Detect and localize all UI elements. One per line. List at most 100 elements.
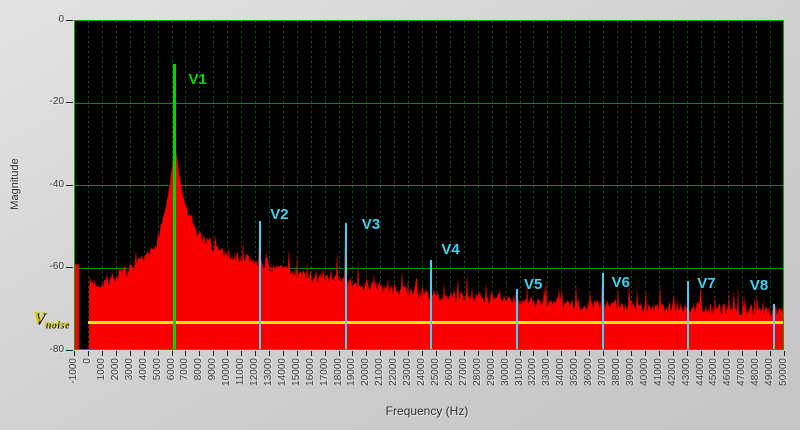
cursor-line-v8[interactable]	[772, 303, 775, 349]
x-tick-label: 46000	[722, 358, 734, 386]
x-tick-mark	[101, 351, 103, 356]
cursor-line-v5[interactable]	[516, 289, 518, 349]
x-tick-label: 43000	[680, 358, 692, 386]
x-tick-mark	[143, 351, 145, 356]
x-tick-mark	[658, 351, 660, 356]
y-tick-mark	[66, 102, 73, 103]
x-tick-label: 0	[81, 358, 93, 364]
y-tick-label: -60	[49, 261, 64, 272]
x-tick-mark	[616, 351, 618, 356]
x-tick-mark	[310, 351, 312, 356]
cursor-label-v1[interactable]: V1	[189, 72, 207, 87]
x-tick-label: 4000	[137, 358, 149, 381]
cursor-line-v3[interactable]	[344, 223, 347, 349]
x-tick-mark	[770, 351, 772, 356]
x-tick-label: 19000	[346, 358, 358, 386]
x-tick-mark	[157, 351, 159, 356]
x-tick-label: 12000	[249, 358, 260, 386]
x-tick-label: 1000	[95, 358, 107, 381]
x-tick-mark	[255, 351, 256, 356]
y-tick-label: 0	[58, 13, 64, 25]
x-tick-mark	[644, 351, 646, 356]
x-tick-mark	[213, 351, 215, 356]
y-tick-label: -80	[49, 343, 64, 355]
cursor-label-v6[interactable]: V6	[612, 275, 630, 290]
cursor-label-v7[interactable]: V7	[697, 276, 715, 291]
x-tick-label: 6000	[165, 358, 177, 381]
x-tick-mark	[714, 351, 716, 356]
x-tick-mark	[575, 351, 577, 356]
x-tick-mark	[561, 351, 563, 356]
spectrum-analyzer-graph: Magnitude V1 V2 V3 V4 V5 V6 V7 V8 -1000 0 1000 200…	[0, 0, 800, 430]
x-tick-label: 13000	[262, 358, 274, 386]
x-tick-mark	[268, 351, 270, 356]
x-tick-label: 23000	[402, 358, 414, 386]
x-tick-label: 24000	[416, 358, 427, 386]
x-tick-mark	[199, 351, 201, 356]
noise-cursor-line[interactable]	[87, 321, 783, 325]
x-tick-mark	[630, 351, 632, 356]
x-tick-label: 30000	[499, 358, 511, 386]
x-tick-mark	[115, 351, 117, 356]
x-tick-label: 31000	[513, 358, 525, 386]
cursor-layer: V1 V2 V3 V4 V5 V6 V7 V8	[75, 21, 783, 349]
x-tick-mark	[422, 351, 423, 356]
x-tick-label: 14000	[276, 358, 288, 386]
x-tick-mark	[463, 351, 465, 356]
cursor-label-v8[interactable]: V8	[750, 278, 768, 293]
x-tick-mark	[282, 351, 284, 356]
y-tick-mark	[66, 184, 73, 186]
cursor-label-v3[interactable]: V3	[362, 217, 380, 232]
x-tick-mark	[366, 351, 368, 356]
y-tick-mark	[66, 349, 73, 351]
x-axis-title: Frequency (Hz)	[385, 404, 469, 418]
x-tick-label: 49000	[764, 358, 776, 386]
x-tick-label: 26000	[443, 358, 455, 386]
x-tick-mark	[603, 351, 604, 356]
x-tick-mark	[449, 351, 451, 356]
x-tick-label: 8000	[193, 358, 205, 381]
x-tick-label: 32000	[527, 358, 539, 386]
x-tick-mark	[171, 351, 173, 356]
x-tick-mark	[784, 351, 785, 356]
cursor-label-v5[interactable]: V5	[524, 277, 542, 292]
x-tick-mark	[505, 351, 507, 356]
x-tick-label: 15000	[290, 358, 302, 386]
x-tick-label: 10000	[221, 358, 233, 386]
x-tick-label: 33000	[541, 358, 553, 386]
x-tick-label: 47000	[736, 358, 748, 386]
y-axis-title: Magnitude	[9, 158, 21, 210]
y-tick-label: -40	[49, 178, 64, 190]
noise-threshold-label[interactable]: Vnoise	[33, 308, 69, 330]
cursor-line-v1[interactable]	[173, 64, 176, 349]
x-tick-mark	[756, 351, 758, 356]
x-tick-label: 28000	[471, 358, 483, 386]
x-tick-label: -1000	[68, 358, 79, 384]
x-tick-mark	[352, 351, 354, 356]
x-tick-mark	[380, 351, 382, 356]
cursor-label-v2[interactable]: V2	[270, 207, 288, 222]
cursor-line-v7[interactable]	[687, 280, 690, 349]
x-tick-mark	[589, 351, 591, 356]
cursor-line-v4[interactable]	[430, 260, 433, 349]
x-tick-mark	[324, 351, 326, 356]
x-tick-label: 17000	[318, 358, 330, 386]
x-tick-label: 2000	[109, 358, 121, 381]
x-tick-label: 11000	[235, 358, 247, 386]
x-tick-mark	[87, 351, 89, 356]
x-tick-label: 34000	[555, 358, 567, 386]
x-tick-label: 48000	[750, 358, 762, 386]
x-tick-mark	[74, 351, 75, 356]
x-tick-label: 40000	[638, 358, 650, 386]
noise-label-v: V	[33, 308, 45, 327]
x-tick-label: 27000	[457, 358, 469, 386]
x-tick-mark	[547, 351, 549, 356]
x-tick-mark	[700, 351, 702, 356]
x-tick-mark	[408, 351, 410, 356]
cursor-label-v4[interactable]: V4	[441, 242, 459, 257]
cursor-line-v6[interactable]	[601, 272, 604, 349]
cursor-line-v2[interactable]	[259, 221, 262, 349]
y-tick-mark	[66, 267, 73, 268]
x-tick-label: 20000	[360, 358, 372, 386]
x-tick-mark	[394, 351, 396, 356]
